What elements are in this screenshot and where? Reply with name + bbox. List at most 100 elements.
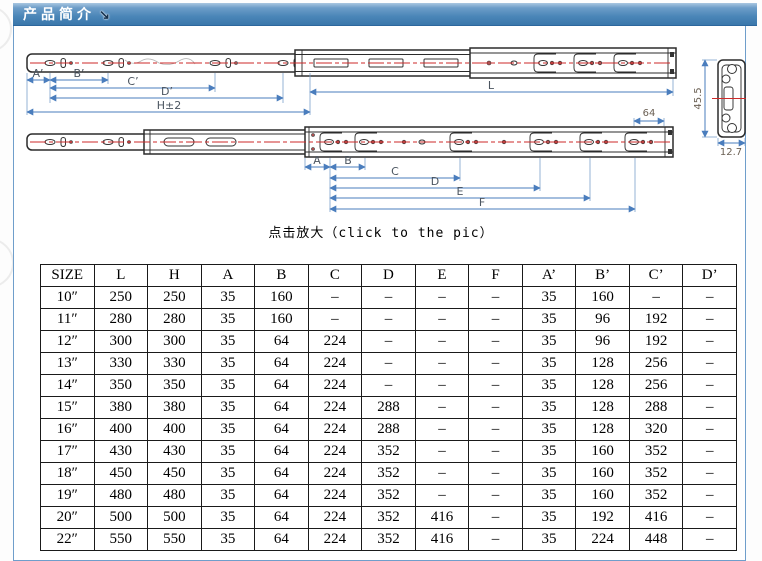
table-cell: 64: [255, 441, 309, 463]
table-cell: 352: [362, 507, 416, 529]
table-cell: –: [362, 375, 416, 397]
size-table-header: SIZELHABCDEFA’B’C’D’: [41, 265, 737, 287]
table-cell: 500: [148, 507, 202, 529]
table-cell: –: [469, 463, 523, 485]
table-cell: –: [469, 529, 523, 551]
table-cell: 330: [148, 353, 202, 375]
table-cell: 450: [148, 463, 202, 485]
table-cell: –: [469, 287, 523, 309]
section-title-bar: 产品简介 ↘: [13, 3, 757, 26]
column-header: F: [469, 265, 523, 287]
dim-label-d: D: [431, 175, 439, 188]
table-cell: 224: [308, 463, 362, 485]
table-cell: –: [362, 287, 416, 309]
table-cell: 480: [94, 485, 148, 507]
click-to-enlarge-link[interactable]: 点击放大（click to the pic）: [0, 222, 762, 241]
table-cell: 64: [255, 485, 309, 507]
table-cell: 160: [576, 463, 630, 485]
table-cell: 20″: [41, 507, 95, 529]
product-intro-page: 产品简介 ↘: [0, 0, 762, 561]
table-cell: 96: [576, 331, 630, 353]
table-cell: 35: [201, 485, 255, 507]
table-cell: –: [415, 353, 469, 375]
table-cell: 224: [308, 529, 362, 551]
dim-label-l: L: [488, 79, 495, 92]
decorative-arc: [0, 6, 12, 52]
table-cell: –: [683, 485, 737, 507]
table-cell: 224: [308, 441, 362, 463]
table-cell: 288: [362, 419, 416, 441]
table-cell: –: [469, 441, 523, 463]
table-cell: 288: [629, 397, 683, 419]
table-cell: 35: [522, 463, 576, 485]
table-cell: –: [415, 441, 469, 463]
table-cell: –: [415, 485, 469, 507]
table-cell: –: [308, 309, 362, 331]
table-cell: –: [415, 331, 469, 353]
table-cell: 380: [148, 397, 202, 419]
table-row: 16″4004003564224288––35128320–: [41, 419, 737, 441]
column-header: D: [362, 265, 416, 287]
table-cell: 280: [94, 309, 148, 331]
table-cell: 35: [201, 287, 255, 309]
table-cell: 35: [522, 331, 576, 353]
table-cell: 35: [522, 507, 576, 529]
column-header: E: [415, 265, 469, 287]
table-cell: 288: [362, 397, 416, 419]
table-cell: 35: [201, 397, 255, 419]
table-cell: 128: [576, 397, 630, 419]
dim-label-b: B: [344, 154, 352, 167]
table-cell: –: [683, 397, 737, 419]
table-cell: 224: [308, 397, 362, 419]
table-cell: 416: [415, 529, 469, 551]
table-cell: 35: [522, 353, 576, 375]
table-cell: 480: [148, 485, 202, 507]
table-cell: 35: [522, 287, 576, 309]
table-cell: 192: [629, 331, 683, 353]
column-header: H: [148, 265, 202, 287]
dim-label-b-prime: B’: [73, 67, 84, 80]
table-cell: –: [469, 331, 523, 353]
dim-label-f: F: [479, 196, 485, 209]
table-cell: –: [683, 463, 737, 485]
table-cell: 35: [522, 419, 576, 441]
table-cell: 352: [362, 441, 416, 463]
table-cell: –: [683, 507, 737, 529]
table-row: 20″5005003564224352416–35192416–: [41, 507, 737, 529]
table-cell: 350: [148, 375, 202, 397]
table-cell: –: [469, 485, 523, 507]
dim-label-c: C: [391, 165, 399, 178]
table-cell: 352: [362, 529, 416, 551]
column-header: B’: [576, 265, 630, 287]
table-cell: 13″: [41, 353, 95, 375]
table-cell: –: [683, 287, 737, 309]
table-cell: 11″: [41, 309, 95, 331]
table-cell: 224: [308, 331, 362, 353]
table-cell: –: [469, 507, 523, 529]
table-cell: –: [683, 375, 737, 397]
table-cell: 64: [255, 463, 309, 485]
dim-label-h: H±2: [157, 99, 182, 112]
table-cell: 64: [255, 375, 309, 397]
column-header: SIZE: [41, 265, 95, 287]
table-cell: 192: [576, 507, 630, 529]
table-cell: 430: [94, 441, 148, 463]
table-cell: 160: [576, 441, 630, 463]
table-cell: 416: [629, 507, 683, 529]
table-cell: 64: [255, 419, 309, 441]
column-header: A’: [522, 265, 576, 287]
table-cell: 430: [148, 441, 202, 463]
table-row: 17″4304303564224352––35160352–: [41, 441, 737, 463]
table-cell: 35: [522, 309, 576, 331]
technical-drawing[interactable]: A’ B’ C’ D’ H±2 L: [13, 27, 746, 223]
table-cell: 64: [255, 353, 309, 375]
table-row: 19″4804803564224352––35160352–: [41, 485, 737, 507]
table-cell: 350: [94, 375, 148, 397]
table-cell: 12″: [41, 331, 95, 353]
table-cell: 64: [255, 331, 309, 353]
jump-arrow-icon[interactable]: ↘: [99, 3, 110, 26]
table-cell: 320: [629, 419, 683, 441]
column-header: L: [94, 265, 148, 287]
table-cell: 224: [308, 485, 362, 507]
table-cell: 35: [522, 397, 576, 419]
